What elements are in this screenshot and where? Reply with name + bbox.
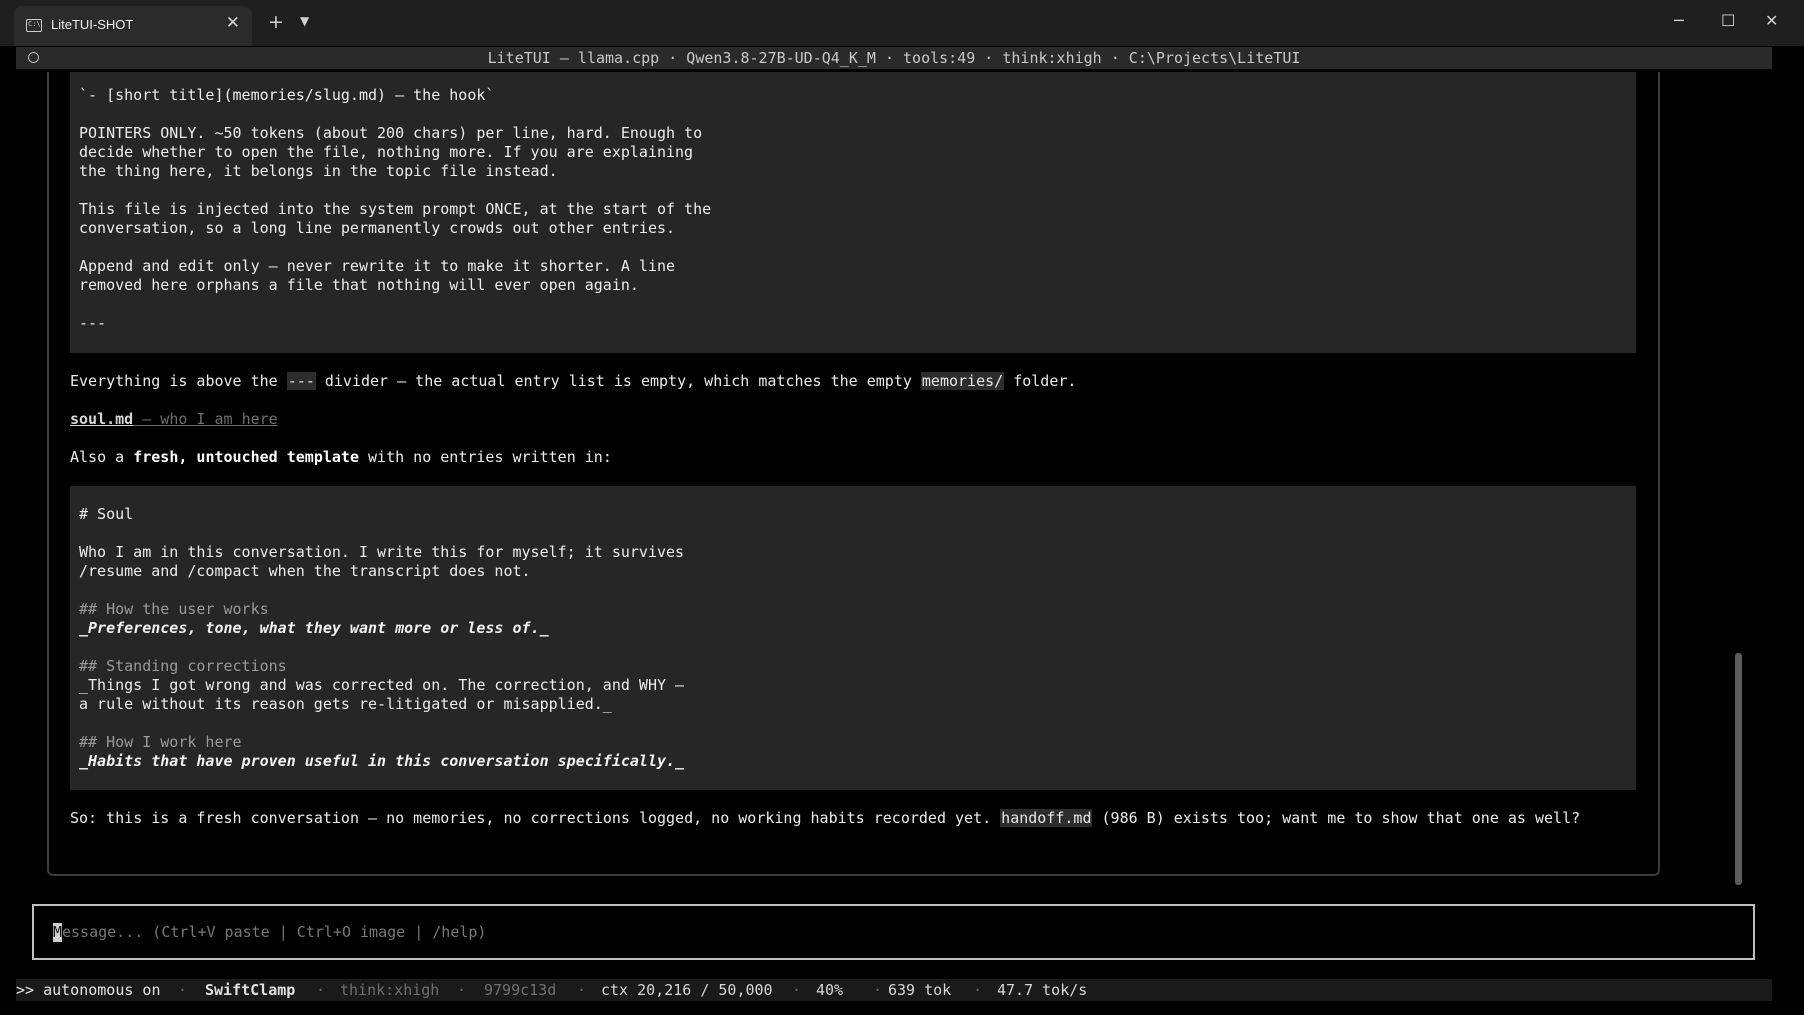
status-separator: · bbox=[873, 981, 883, 999]
soul-heading: # Soul bbox=[79, 505, 134, 523]
code-line: conversation, so a long line permanently… bbox=[79, 219, 676, 237]
status-separator: · bbox=[792, 981, 802, 999]
paragraph-divider-note: Everything is above the --- divider — th… bbox=[70, 372, 1077, 390]
cursor-char: M bbox=[53, 923, 63, 941]
code-line: --- bbox=[79, 314, 107, 332]
maximize-button[interactable]: ☐ bbox=[1721, 11, 1735, 30]
app-title-bar: LiteTUI — llama.cpp · Qwen3.8-27B-UD-Q4_… bbox=[16, 47, 1772, 69]
soul-section-heading: ## Standing corrections bbox=[79, 657, 287, 675]
chevron-down-icon[interactable]: ▼ bbox=[300, 14, 309, 28]
status-separator: · bbox=[577, 981, 587, 999]
status-separator: · bbox=[178, 981, 188, 999]
status-bar: >> autonomous on · SwiftClamp · think:xh… bbox=[16, 979, 1772, 1001]
close-window-button[interactable]: ✕ bbox=[1765, 11, 1778, 30]
paragraph-summary: So: this is a fresh conversation — no me… bbox=[70, 809, 1581, 827]
status-separator: · bbox=[316, 981, 326, 999]
soul-intro-line: /resume and /compact when the transcript… bbox=[79, 562, 531, 580]
message-input[interactable]: M essage... (Ctrl+V paste | Ctrl+O image… bbox=[32, 904, 1755, 960]
new-tab-button[interactable]: + bbox=[268, 11, 284, 33]
code-line: `- [short title](memories/slug.md) — the… bbox=[79, 86, 495, 104]
soul-intro-line: Who I am in this conversation. I write t… bbox=[79, 543, 685, 561]
status-mode: >> autonomous on bbox=[16, 981, 161, 999]
code-line: decide whether to open the file, nothing… bbox=[79, 143, 694, 161]
terminal-icon: C:\ bbox=[26, 19, 42, 32]
inline-code: memories/ bbox=[920, 372, 1005, 390]
soul-section-heading: ## How I work here bbox=[79, 733, 242, 751]
code-line: removed here orphans a file that nothing… bbox=[79, 276, 639, 294]
status-hash: 9799c13d bbox=[484, 981, 557, 999]
input-placeholder: essage... (Ctrl+V paste | Ctrl+O image |… bbox=[62, 923, 487, 941]
inline-code: --- bbox=[286, 372, 316, 390]
code-line: Append and edit only — never rewrite it … bbox=[79, 257, 676, 275]
scrollbar-thumb[interactable] bbox=[1735, 653, 1742, 885]
status-tokens: 639 tok bbox=[888, 981, 952, 999]
status-think-level: think:xhigh bbox=[340, 981, 440, 999]
tab-bar: C:\ LiteTUI-SHOT ✕ + ▼ ─ ☐ ✕ bbox=[0, 0, 1804, 46]
soul-section-body: _Things I got wrong and was corrected on… bbox=[79, 676, 685, 694]
file-link-soul[interactable]: soul.md — who I am here bbox=[70, 410, 278, 429]
app-title: LiteTUI — llama.cpp · Qwen3.8-27B-UD-Q4_… bbox=[487, 49, 1301, 67]
soul-section-body: _Preferences, tone, what they want more … bbox=[79, 619, 549, 637]
paragraph-template-note: Also a fresh, untouched template with no… bbox=[70, 448, 612, 466]
status-context: ctx 20,216 / 50,000 bbox=[601, 981, 773, 999]
close-tab-icon[interactable]: ✕ bbox=[226, 13, 240, 33]
minimize-button[interactable]: ─ bbox=[1674, 11, 1684, 30]
status-separator: · bbox=[973, 981, 983, 999]
code-line: This file is injected into the system pr… bbox=[79, 200, 712, 218]
status-separator: · bbox=[457, 981, 467, 999]
status-rate: 47.7 tok/s bbox=[997, 981, 1088, 999]
inline-code: handoff.md bbox=[1000, 809, 1093, 827]
status-session-name: SwiftClamp bbox=[205, 981, 296, 999]
soul-section-body: _Habits that have proven useful in this … bbox=[79, 752, 685, 770]
status-percent: 40% bbox=[816, 981, 844, 999]
tab-title: LiteTUI-SHOT bbox=[51, 17, 134, 32]
tab-litetui-shot[interactable]: C:\ LiteTUI-SHOT ✕ bbox=[14, 6, 252, 46]
code-block-soul-template bbox=[70, 486, 1636, 790]
soul-section-body: a rule without its reason gets re-litiga… bbox=[79, 695, 612, 713]
code-line: the thing here, it belongs in the topic … bbox=[79, 162, 558, 180]
code-line: POINTERS ONLY. ~50 tokens (about 200 cha… bbox=[79, 124, 703, 142]
soul-section-heading: ## How the user works bbox=[79, 600, 269, 618]
